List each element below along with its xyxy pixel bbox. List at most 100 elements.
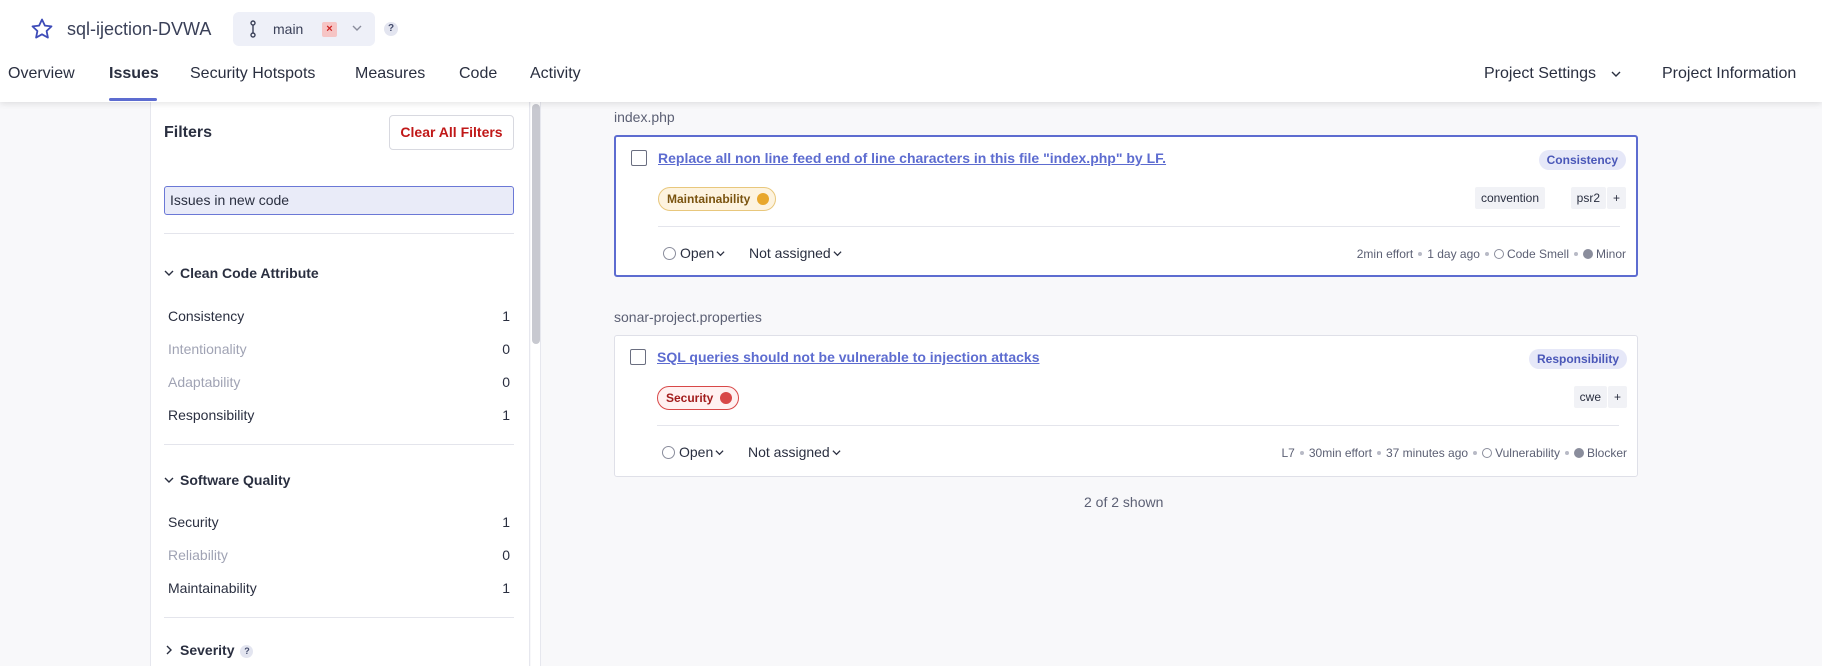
branch-selector[interactable]: main × [233,12,375,46]
issue-status-dropdown[interactable]: Open [663,245,725,261]
divider [164,444,514,445]
chevron-down-icon [164,270,174,276]
tab-security-hotspots[interactable]: Security Hotspots [190,65,315,83]
facet-item-adaptability[interactable]: Adaptability 0 [168,374,510,390]
tab-issues[interactable]: Issues [109,65,159,83]
separator-dot [1418,252,1423,256]
separator-dot [1573,252,1578,256]
filters-scrollbar[interactable] [531,102,541,666]
tab-activity[interactable]: Activity [530,65,581,83]
clean-code-attribute-badge: Responsibility [1528,349,1627,369]
help-icon[interactable]: ? [240,645,254,658]
status-open-icon [663,247,676,260]
status-label: Open [679,444,714,460]
divider [658,226,1620,227]
facet-label: Maintainability [168,580,257,596]
issue-title-link[interactable]: SQL queries should not be vulnerable to … [657,349,1039,365]
separator-dot [1484,252,1489,256]
clean-code-attribute-facet-header[interactable]: Clean Code Attribute [164,265,319,281]
clean-code-attribute-badge: Consistency [1538,150,1626,170]
chevron-down-icon [1611,71,1621,77]
project-information-link[interactable]: Project Information [1662,65,1796,83]
facet-item-responsibility[interactable]: Responsibility 1 [168,407,510,423]
filters-sidebar: Filters Clear All Filters Issues in new … [150,102,530,666]
issue-card[interactable]: SQL queries should not be vulnerable to … [614,335,1638,477]
star-icon[interactable] [30,17,54,41]
chevron-down-icon [716,251,725,257]
issue-status-dropdown[interactable]: Open [662,444,724,460]
age: 37 minutes ago [1386,446,1469,460]
facet-count: 1 [502,407,510,423]
add-tag-button[interactable]: + [1607,386,1627,408]
facet-count: 0 [502,547,510,563]
severity: Minor [1595,247,1626,261]
project-name[interactable]: sql-ijection-DVWA [67,19,211,40]
issue-type: Code Smell [1506,247,1569,261]
facet-label: Reliability [168,547,228,563]
branch-name: main [273,21,304,37]
assignee-dropdown[interactable]: Not assigned [748,444,841,460]
separator-dot [1564,451,1569,455]
divider [164,233,514,234]
add-tag-button[interactable]: + [1606,187,1626,209]
branch-icon [250,20,256,38]
facet-label: Consistency [168,308,245,324]
facet-item-reliability[interactable]: Reliability 0 [168,547,510,563]
issue-meta: L7 30min effort 37 minutes ago Vulnerabilit… [1281,446,1627,460]
software-quality-badge[interactable]: Security [657,386,740,410]
severity-minor-icon [1582,249,1593,259]
divider [657,425,1619,426]
assignee-dropdown[interactable]: Not assigned [749,245,842,261]
facet-count: 0 [502,374,510,390]
facet-title: Clean Code Attribute [180,265,319,281]
issue-meta: 2min effort 1 day ago Code Smell Minor [1357,247,1626,261]
separator-dot [1473,451,1478,455]
project-settings-menu[interactable]: Project Settings [1484,65,1596,83]
quality-gate-failed-icon: × [322,22,337,37]
facet-title: Software Quality [180,472,291,488]
issue-checkbox[interactable] [630,349,646,365]
file-name: sonar-project.properties [614,309,762,325]
active-tab-indicator [109,98,157,101]
filters-title: Filters [164,124,213,141]
tab-measures[interactable]: Measures [355,65,425,83]
clear-all-filters-button[interactable]: Clear All Filters [389,115,514,150]
scrollbar-thumb[interactable] [532,104,540,344]
chevron-down-icon [832,450,841,456]
issue-type: Vulnerability [1495,446,1560,460]
issues-in-new-code-toggle[interactable]: Issues in new code [164,186,514,215]
quality-label: Maintainability [667,192,751,206]
severity-facet-header[interactable]: Severity? [164,642,254,658]
software-quality-badge[interactable]: Maintainability [658,187,777,211]
facet-count: 0 [502,341,510,357]
severity: Blocker [1586,446,1627,460]
chevron-down-icon [833,251,842,257]
status-open-icon [662,446,675,459]
effort: 30min effort [1308,446,1372,460]
severity-blocker-icon [1573,448,1584,458]
tag: psr2 [1570,187,1606,209]
chevron-down-icon [715,450,724,456]
facet-count: 1 [502,580,510,596]
software-quality-facet-header[interactable]: Software Quality [164,472,290,488]
facet-item-maintainability[interactable]: Maintainability 1 [168,580,510,596]
severity-minor-icon [757,193,770,205]
tab-overview[interactable]: Overview [8,65,75,83]
facet-count: 1 [502,308,510,324]
issue-checkbox[interactable] [631,150,647,166]
help-icon[interactable]: ? [384,22,398,36]
facet-label: Security [168,514,219,530]
facet-item-intentionality[interactable]: Intentionality 0 [168,341,510,357]
effort: 2min effort [1356,247,1414,261]
chevron-down-icon [352,25,362,31]
tab-code[interactable]: Code [459,65,497,83]
issue-title-link[interactable]: Replace all non line feed end of line ch… [658,150,1166,166]
chevron-down-icon [164,477,174,483]
tag: cwe [1573,386,1607,408]
line-number[interactable]: L7 [1281,446,1294,460]
chevron-right-icon [166,645,172,655]
facet-item-consistency[interactable]: Consistency 1 [168,308,510,324]
facet-item-security[interactable]: Security 1 [168,514,510,530]
issue-card[interactable]: Replace all non line feed end of line ch… [614,135,1638,277]
assignee-label: Not assigned [749,245,831,261]
